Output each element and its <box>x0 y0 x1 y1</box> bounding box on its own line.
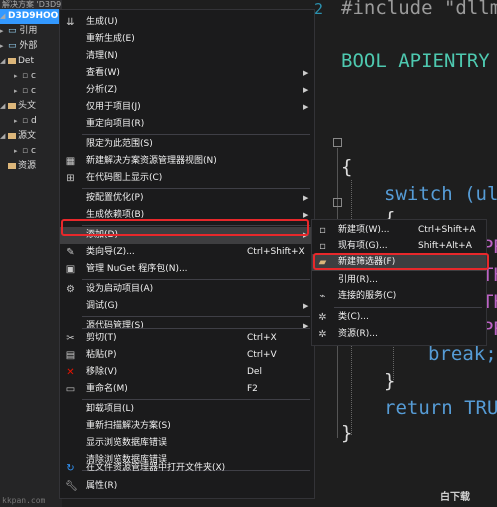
submenu-arrow-icon: ▶ <box>303 194 309 202</box>
solution-explorer: 解决方案 'D3D9HOOK' (1个项目) ◢D3D9HOOK ▸▭ 引用 ▸… <box>0 0 62 507</box>
fold-marker-icon <box>333 138 342 147</box>
menu-item-properties[interactable]: 🔧︎ 属性(R) <box>60 478 314 495</box>
tree-node[interactable]: ▸ ▭ 外部 <box>0 39 37 54</box>
code-line: } <box>341 422 353 444</box>
code-line: switch (ul_ <box>384 183 497 205</box>
tree-node[interactable]: ▸ ▫ c <box>14 69 36 84</box>
menu-separator <box>82 316 310 317</box>
tree-node[interactable]: ▸ ▫ c <box>14 144 36 159</box>
menu-separator <box>82 188 310 189</box>
menu-item-rescan[interactable]: 重新扫描解决方案(S) <box>60 418 314 435</box>
menu-item-rename[interactable]: ▭ 重命名(M) F2 <box>60 381 314 398</box>
menu-item-retarget[interactable]: 重定向项目(R) <box>60 116 314 133</box>
code-map-icon: ⊞ <box>66 173 75 184</box>
highlight-new-filter <box>313 253 489 270</box>
gear-icon: ⚙ <box>66 284 75 295</box>
menu-item-open-folder[interactable]: ↻ 在文件资源管理器中打开文件夹(X) <box>60 460 314 477</box>
menu-item-nuget[interactable]: ▣ 管理 NuGet 程序包(N)... <box>60 261 314 278</box>
menu-item-rebuild[interactable]: 重新生成(E) <box>60 31 314 48</box>
tree-node[interactable]: ◢ 源文 <box>0 129 36 144</box>
code-line: BOOL APIENTRY D <box>341 50 497 72</box>
menu-item-unload[interactable]: 卸载项目(L) <box>60 401 314 418</box>
resource-icon: ✲ <box>318 329 327 340</box>
menu-separator <box>82 399 310 400</box>
submenu-arrow-icon: ▶ <box>303 69 309 77</box>
project-node[interactable]: ◢ D3D9HOOK <box>0 9 62 24</box>
nuget-icon: ▣ <box>65 264 76 275</box>
submenu-arrow-icon: ▶ <box>303 302 309 310</box>
tree-node[interactable]: ▸ ▫ d <box>14 114 37 129</box>
code-line: { <box>341 156 353 178</box>
add-submenu-lower: ✲ 类(C)... ✲ 资源(R)... <box>311 305 487 346</box>
paste-icon: ▤ <box>65 350 76 361</box>
tree-node[interactable]: ▸ ▭ 引用 <box>0 24 37 39</box>
menu-item-show-db-errors[interactable]: 显示浏览数据库错误 <box>60 435 314 452</box>
submenu-item-new-item[interactable]: ▫ 新建项(W)... Ctrl+Shift+A <box>312 222 486 239</box>
remove-icon: ✕ <box>66 367 75 378</box>
connected-service-icon: ⌁ <box>319 291 326 302</box>
tree-node[interactable]: 资源 <box>0 159 36 174</box>
menu-item-view[interactable]: 查看(W) ▶ <box>60 65 314 82</box>
existing-item-icon: ▫ <box>319 241 326 252</box>
watermark-left: kkpan.com <box>2 496 46 505</box>
tree-node[interactable]: ▸ ▫ c <box>14 84 36 99</box>
menu-item-clean[interactable]: 清理(N) <box>60 48 314 65</box>
solution-header: 解决方案 'D3D9HOOK' (1个项目) <box>0 0 62 9</box>
refresh-icon: ↻ <box>66 463 75 474</box>
cut-icon: ✂ <box>66 333 75 344</box>
class-icon: ✲ <box>318 312 327 323</box>
menu-separator <box>82 134 310 135</box>
wrench-icon: 🔧︎ <box>65 481 78 492</box>
menu-item-set-startup[interactable]: ⚙ 设为启动项目(A) <box>60 281 314 298</box>
build-icon: ⇊ <box>66 17 75 28</box>
submenu-arrow-icon: ▶ <box>303 103 309 111</box>
watermark-right: 白下载 <box>440 492 470 503</box>
menu-item-debug[interactable]: 调试(G) ▶ <box>60 298 314 315</box>
menu-item-analyze[interactable]: 分析(Z) ▶ <box>60 82 314 99</box>
highlight-add <box>61 219 309 236</box>
code-line: } <box>384 370 396 392</box>
code-line: return TRUE <box>384 397 497 419</box>
line-number: 2 <box>314 0 324 18</box>
menu-item-build[interactable]: ⇊ 生成(U) <box>60 14 314 31</box>
menu-item-code-map[interactable]: ⊞ 在代码图上显示(C) <box>60 170 314 187</box>
code-line: break; <box>428 343 497 365</box>
menu-separator <box>82 328 310 329</box>
menu-separator <box>82 279 310 280</box>
menu-item-class-wizard[interactable]: ✎ 类向导(Z)... Ctrl+Shift+X <box>60 244 314 261</box>
menu-item-paste[interactable]: ▤ 粘贴(P) Ctrl+V <box>60 347 314 364</box>
menu-item-pgo[interactable]: 按配置优化(P) ▶ <box>60 190 314 207</box>
submenu-item-connected-service[interactable]: ⌁ 连接的服务(C) <box>312 288 486 305</box>
fold-marker-icon <box>333 198 342 207</box>
project-context-menu: ⇊ 生成(U) 重新生成(E) 清理(N) 查看(W) ▶ 分析(Z) ▶ 仅用于项目… <box>59 9 315 499</box>
tree-node[interactable]: ◢ Det <box>0 54 34 69</box>
code-line: #include "dllma <box>341 0 497 19</box>
class-wizard-icon: ✎ <box>66 247 75 258</box>
new-item-icon: ▫ <box>319 225 326 236</box>
submenu-arrow-icon: ▶ <box>303 86 309 94</box>
tree-node[interactable]: ◢ 头文 <box>0 99 36 114</box>
menu-item-remove[interactable]: ✕ 移除(V) Del <box>60 364 314 381</box>
submenu-item-resource[interactable]: ✲ 资源(R)... <box>312 326 486 343</box>
menu-item-cut[interactable]: ✂ 剪切(T) Ctrl+X <box>60 330 314 347</box>
submenu-item-class[interactable]: ✲ 类(C)... <box>312 309 486 326</box>
menu-item-scope[interactable]: 限定为此范围(S) <box>60 136 314 153</box>
new-view-icon: ▦ <box>65 156 76 167</box>
menu-item-new-view[interactable]: ▦ 新建解决方案资源管理器视图(N) <box>60 153 314 170</box>
menu-separator <box>334 307 482 308</box>
menu-item-project-only[interactable]: 仅用于项目(J) ▶ <box>60 99 314 116</box>
rename-icon: ▭ <box>65 384 76 395</box>
submenu-item-reference[interactable]: 引用(R)... <box>312 272 486 289</box>
